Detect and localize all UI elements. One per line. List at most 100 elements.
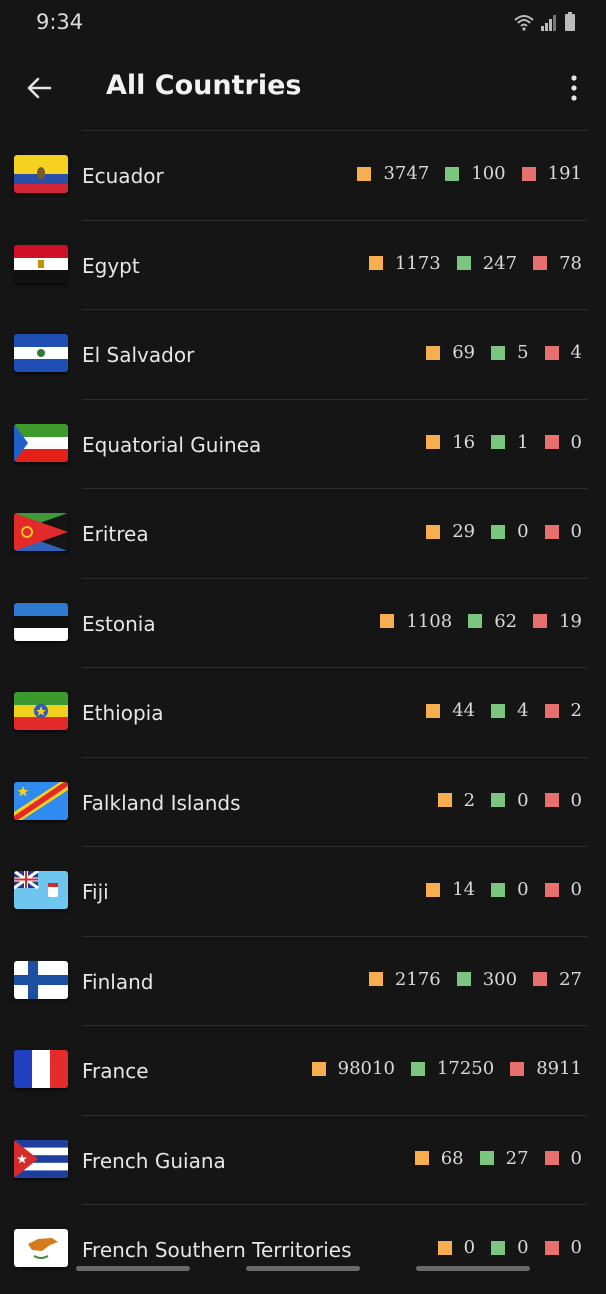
recovered-count: 4 bbox=[517, 700, 529, 721]
country-name: Equatorial Guinea bbox=[82, 432, 262, 457]
recovered-legend-square bbox=[456, 972, 471, 986]
deaths-legend-square bbox=[533, 972, 548, 986]
recovered-count: 300 bbox=[482, 968, 518, 990]
confirmed-count: 69 bbox=[452, 342, 476, 363]
confirmed-stat: 68 bbox=[414, 1148, 464, 1169]
country-name: Fiji bbox=[82, 880, 109, 904]
country-name: French Guiana bbox=[82, 1148, 226, 1173]
deaths-stat: 0 bbox=[544, 1237, 582, 1258]
ethiopia-flag-icon bbox=[14, 692, 68, 730]
country-row[interactable]: Eritrea 29 0 0 bbox=[14, 488, 588, 578]
confirmed-legend-square bbox=[368, 256, 383, 270]
deaths-count: 4 bbox=[570, 342, 582, 363]
confirmed-stat: 0 bbox=[437, 1237, 475, 1258]
country-stats: 1173 247 78 bbox=[368, 252, 582, 274]
recovered-stat: 0 bbox=[491, 879, 529, 900]
country-row[interactable]: French Southern Territories 0 0 0 bbox=[14, 1204, 588, 1294]
deaths-count: 0 bbox=[570, 1147, 582, 1169]
confirmed-stat: 69 bbox=[426, 342, 475, 363]
country-name: French Southern Territories bbox=[82, 1238, 352, 1262]
confirmed-legend-square bbox=[426, 345, 441, 360]
deaths-legend-square bbox=[521, 166, 536, 181]
estonia-flag-icon bbox=[14, 602, 68, 641]
back-arrow-icon[interactable] bbox=[20, 68, 60, 108]
country-name: Eritrea bbox=[82, 522, 149, 546]
deaths-legend-square bbox=[544, 882, 559, 897]
confirmed-stat: 1108 bbox=[380, 611, 452, 632]
deaths-legend-square bbox=[544, 1151, 559, 1165]
deaths-legend-square bbox=[544, 793, 559, 807]
country-row[interactable]: Ecuador 3747 100 191 bbox=[14, 130, 588, 220]
confirmed-legend-square bbox=[368, 972, 383, 986]
app-bar: All Countries bbox=[0, 52, 606, 124]
deaths-count: 78 bbox=[559, 252, 582, 274]
deaths-count: 27 bbox=[559, 968, 582, 990]
country-row[interactable]: France 98010 17250 8911 bbox=[14, 1025, 588, 1115]
confirmed-legend-square bbox=[426, 882, 441, 897]
recovered-stat: 27 bbox=[479, 1147, 529, 1169]
recovered-count: 27 bbox=[505, 1147, 529, 1169]
confirmed-count: 3747 bbox=[383, 163, 430, 184]
deaths-stat: 78 bbox=[533, 253, 582, 274]
deaths-count: 8911 bbox=[536, 1058, 582, 1079]
recovered-legend-square bbox=[456, 256, 471, 270]
page-title: All Countries bbox=[106, 70, 302, 101]
confirmed-stat: 98010 bbox=[311, 1058, 395, 1079]
country-stats: 16 1 0 bbox=[426, 432, 582, 453]
country-name: Ethiopia bbox=[82, 701, 164, 725]
nav-home-handle[interactable] bbox=[246, 1266, 360, 1271]
nav-recents-handle[interactable] bbox=[76, 1266, 190, 1271]
country-row[interactable]: El Salvador 69 5 4 bbox=[14, 309, 588, 399]
country-row[interactable]: Egypt 1173 247 78 bbox=[14, 219, 588, 310]
country-row[interactable]: Finland 2176 300 27 bbox=[14, 935, 588, 1026]
confirmed-legend-square bbox=[426, 435, 441, 449]
country-row[interactable]: French Guiana 68 27 0 bbox=[14, 1114, 588, 1205]
country-row[interactable]: Equatorial Guinea 16 1 0 bbox=[14, 398, 588, 489]
recovered-legend-square bbox=[491, 345, 506, 360]
confirmed-count: 1173 bbox=[394, 252, 441, 274]
confirmed-stat: 3747 bbox=[357, 163, 429, 184]
deaths-stat: 0 bbox=[544, 521, 582, 542]
recovered-stat: 100 bbox=[445, 163, 506, 184]
confirmed-legend-square bbox=[437, 793, 452, 807]
confirmed-count: 29 bbox=[452, 521, 476, 542]
confirmed-count: 98010 bbox=[337, 1058, 395, 1079]
recovered-count: 0 bbox=[517, 879, 529, 900]
nav-back-handle[interactable] bbox=[416, 1266, 530, 1271]
recovered-legend-square bbox=[410, 1061, 425, 1076]
more-options-icon[interactable] bbox=[562, 68, 586, 108]
confirmed-legend-square bbox=[426, 703, 441, 718]
country-stats: 1108 62 19 bbox=[380, 611, 582, 632]
recovered-legend-square bbox=[491, 882, 506, 897]
country-row[interactable]: Fiji 14 0 0 bbox=[14, 846, 588, 936]
country-name: France bbox=[82, 1059, 149, 1083]
recovered-count: 100 bbox=[471, 163, 506, 184]
navigation-bar bbox=[0, 1264, 606, 1274]
deaths-count: 0 bbox=[570, 431, 582, 453]
recovered-count: 0 bbox=[517, 1237, 529, 1258]
deaths-legend-square bbox=[510, 1061, 525, 1076]
egypt-flag-icon bbox=[14, 244, 68, 283]
country-stats: 14 0 0 bbox=[426, 879, 582, 900]
deaths-count: 19 bbox=[559, 610, 582, 632]
cyprus-flag-icon bbox=[14, 1229, 68, 1267]
confirmed-count: 1108 bbox=[406, 610, 453, 632]
recovered-legend-square bbox=[491, 435, 506, 449]
country-row[interactable]: Falkland Islands 2 0 0 bbox=[14, 756, 588, 847]
recovered-stat: 0 bbox=[491, 1237, 529, 1258]
country-list: Ecuador 3747 100 191 Egypt 1173 247 78 E… bbox=[0, 130, 606, 1294]
country-row[interactable]: Ethiopia 44 4 2 bbox=[14, 667, 588, 757]
recovered-legend-square bbox=[491, 703, 506, 718]
recovered-stat: 17250 bbox=[410, 1058, 495, 1079]
country-row[interactable]: Estonia 1108 62 19 bbox=[14, 577, 588, 668]
confirmed-stat: 2176 bbox=[368, 969, 441, 990]
recovered-count: 17250 bbox=[436, 1058, 495, 1079]
deaths-count: 0 bbox=[570, 521, 582, 542]
country-stats: 69 5 4 bbox=[426, 342, 582, 363]
cuba-flag-icon bbox=[14, 1139, 68, 1178]
deaths-stat: 2 bbox=[544, 700, 582, 721]
deaths-legend-square bbox=[533, 614, 548, 628]
confirmed-count: 2 bbox=[463, 789, 476, 811]
deaths-stat: 4 bbox=[544, 342, 582, 363]
battery-icon bbox=[565, 12, 575, 31]
